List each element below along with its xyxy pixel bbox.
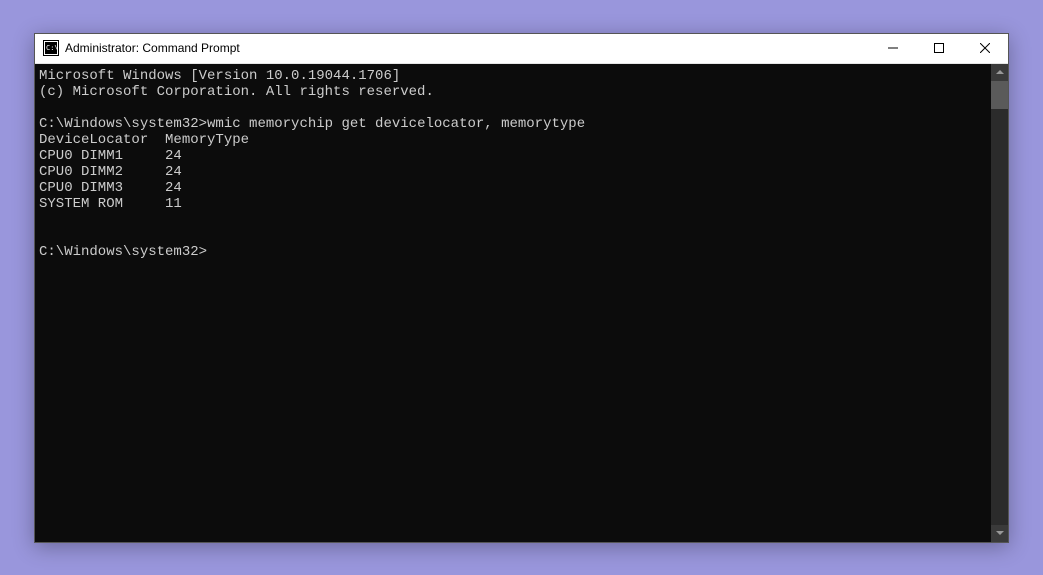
close-button[interactable] <box>962 34 1008 63</box>
scrollbar-up-button[interactable] <box>991 64 1008 81</box>
console-output[interactable]: Microsoft Windows [Version 10.0.19044.17… <box>35 64 991 542</box>
svg-text:C:\: C:\ <box>46 44 59 52</box>
scrollbar-down-button[interactable] <box>991 525 1008 542</box>
prompt-path: C:\Windows\system32> <box>39 116 207 132</box>
output-row: CPU0 DIMM3 24 <box>39 180 182 196</box>
prompt-cursor: C:\Windows\system32> <box>39 244 207 260</box>
output-row: SYSTEM ROM 11 <box>39 196 182 212</box>
scrollbar-thumb[interactable] <box>991 81 1008 109</box>
window-controls <box>870 34 1008 63</box>
maximize-button[interactable] <box>916 34 962 63</box>
command-prompt-window: C:\ Administrator: Command Prompt Micros… <box>34 33 1009 543</box>
copyright-line: (c) Microsoft Corporation. All rights re… <box>39 84 434 100</box>
console-area: Microsoft Windows [Version 10.0.19044.17… <box>35 64 1008 542</box>
cmd-icon: C:\ <box>43 40 59 56</box>
minimize-button[interactable] <box>870 34 916 63</box>
window-title: Administrator: Command Prompt <box>65 41 870 55</box>
command-input: wmic memorychip get devicelocator, memor… <box>207 116 585 132</box>
output-row: CPU0 DIMM1 24 <box>39 148 182 164</box>
version-line: Microsoft Windows [Version 10.0.19044.17… <box>39 68 400 84</box>
output-row: CPU0 DIMM2 24 <box>39 164 182 180</box>
vertical-scrollbar[interactable] <box>991 64 1008 542</box>
titlebar[interactable]: C:\ Administrator: Command Prompt <box>35 34 1008 64</box>
output-header: DeviceLocator MemoryType <box>39 132 249 148</box>
